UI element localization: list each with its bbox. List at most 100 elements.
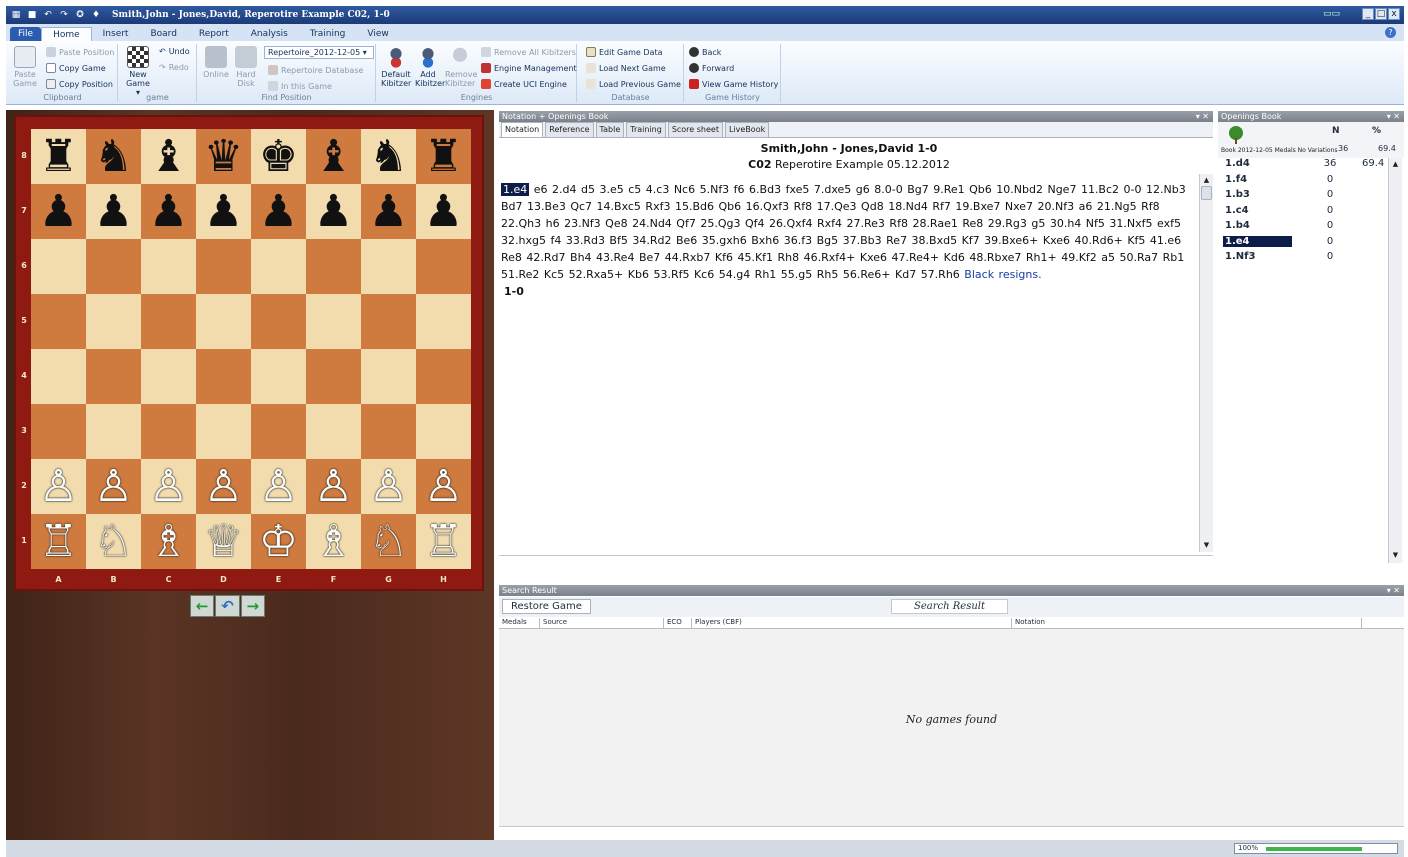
square-c8[interactable]: ♝ bbox=[141, 129, 196, 184]
square-h6[interactable] bbox=[416, 239, 471, 294]
white-piece[interactable]: ♕ bbox=[204, 519, 243, 564]
white-piece[interactable]: ♗ bbox=[149, 519, 188, 564]
tab-livebook[interactable]: LiveBook bbox=[724, 122, 770, 137]
square-g4[interactable] bbox=[361, 349, 416, 404]
square-f2[interactable]: ♙ bbox=[306, 459, 361, 514]
previous-move-button[interactable]: ← bbox=[190, 595, 215, 617]
white-piece[interactable]: ♙ bbox=[94, 464, 133, 509]
add-kibitzer-button[interactable]: Add Kibitzer bbox=[415, 46, 445, 88]
book-row[interactable]: 1.Nf3 0 bbox=[1218, 251, 1388, 267]
white-piece[interactable]: ♘ bbox=[94, 519, 133, 564]
zoom-slider[interactable]: 100% bbox=[1234, 843, 1398, 854]
square-f4[interactable] bbox=[306, 349, 361, 404]
tab-analysis[interactable]: Analysis bbox=[240, 27, 299, 41]
square-b2[interactable]: ♙ bbox=[86, 459, 141, 514]
column-medals[interactable]: Medals bbox=[499, 618, 527, 628]
paste-game-button[interactable]: Paste Game bbox=[12, 46, 38, 88]
tab-training[interactable]: Training bbox=[299, 27, 357, 41]
square-e6[interactable] bbox=[251, 239, 306, 294]
take-back-button[interactable]: ↶ bbox=[215, 595, 240, 617]
undo-button[interactable]: ↶ Undo bbox=[159, 47, 190, 56]
tab-training[interactable]: Training bbox=[626, 122, 666, 137]
black-piece[interactable]: ♜ bbox=[424, 134, 463, 179]
current-move[interactable]: 1.e4 bbox=[501, 183, 530, 196]
square-f1[interactable]: ♗ bbox=[306, 514, 361, 569]
black-piece[interactable]: ♟ bbox=[369, 189, 408, 234]
load-previous-game-button[interactable]: Load Previous Game bbox=[586, 79, 681, 89]
square-h5[interactable] bbox=[416, 294, 471, 349]
square-g3[interactable] bbox=[361, 404, 416, 459]
column-notation[interactable]: Notation bbox=[1011, 618, 1045, 628]
square-g7[interactable]: ♟ bbox=[361, 184, 416, 239]
hard-disk-button[interactable]: Hard Disk bbox=[234, 46, 258, 88]
square-c6[interactable] bbox=[141, 239, 196, 294]
square-h8[interactable]: ♜ bbox=[416, 129, 471, 184]
copy-game-button[interactable]: Copy Game bbox=[46, 63, 106, 73]
square-g5[interactable] bbox=[361, 294, 416, 349]
square-c2[interactable]: ♙ bbox=[141, 459, 196, 514]
next-move-button[interactable]: → bbox=[240, 595, 265, 617]
black-piece[interactable]: ♟ bbox=[94, 189, 133, 234]
tab-board[interactable]: Board bbox=[139, 27, 187, 41]
engine-management-button[interactable]: Engine Management bbox=[481, 63, 577, 73]
square-h3[interactable] bbox=[416, 404, 471, 459]
load-next-game-button[interactable]: Load Next Game bbox=[586, 63, 666, 73]
white-piece[interactable]: ♖ bbox=[39, 519, 78, 564]
view-game-history-button[interactable]: View Game History bbox=[689, 79, 778, 89]
black-piece[interactable]: ♟ bbox=[149, 189, 188, 234]
square-f7[interactable]: ♟ bbox=[306, 184, 361, 239]
book-scrollbar[interactable]: ▲ ▼ bbox=[1388, 158, 1402, 563]
white-piece[interactable]: ♙ bbox=[424, 464, 463, 509]
white-piece[interactable]: ♔ bbox=[259, 519, 298, 564]
square-a6[interactable] bbox=[31, 239, 86, 294]
white-piece[interactable]: ♙ bbox=[369, 464, 408, 509]
black-piece[interactable]: ♝ bbox=[314, 134, 353, 179]
close-button[interactable]: x bbox=[1388, 8, 1400, 20]
square-a1[interactable]: ♖ bbox=[31, 514, 86, 569]
layout-icon[interactable]: ▭▭ bbox=[1323, 9, 1340, 19]
square-d2[interactable]: ♙ bbox=[196, 459, 251, 514]
forward-button[interactable]: Forward bbox=[689, 63, 734, 73]
remove-kibitzer-button[interactable]: Remove Kibitzer bbox=[445, 46, 477, 88]
book-row[interactable]: 1.f4 0 bbox=[1218, 174, 1388, 190]
redo-button[interactable]: ↷ Redo bbox=[159, 63, 189, 72]
back-button[interactable]: Back bbox=[689, 47, 721, 57]
engine-icon[interactable]: ✪ bbox=[74, 9, 86, 21]
square-b8[interactable]: ♞ bbox=[86, 129, 141, 184]
move-list[interactable]: 1.e4 e6 2.d4 d5 3.e5 c5 4.c3 Nc6 5.Nf3 f… bbox=[501, 181, 1193, 300]
square-d5[interactable] bbox=[196, 294, 251, 349]
square-c1[interactable]: ♗ bbox=[141, 514, 196, 569]
square-a5[interactable] bbox=[31, 294, 86, 349]
minimize-button[interactable]: _ bbox=[1362, 8, 1374, 20]
black-piece[interactable]: ♟ bbox=[39, 189, 78, 234]
black-piece[interactable]: ♛ bbox=[204, 134, 243, 179]
square-g8[interactable]: ♞ bbox=[361, 129, 416, 184]
notation-view[interactable]: Smith,John - Jones,David 1-0 C02 Reperot… bbox=[499, 138, 1199, 552]
square-d8[interactable]: ♛ bbox=[196, 129, 251, 184]
square-b4[interactable] bbox=[86, 349, 141, 404]
square-e7[interactable]: ♟ bbox=[251, 184, 306, 239]
book-row[interactable]: 1.b3 0 bbox=[1218, 189, 1388, 205]
square-f3[interactable] bbox=[306, 404, 361, 459]
tab-view[interactable]: View bbox=[356, 27, 399, 41]
book-scroll-down-icon[interactable]: ▼ bbox=[1390, 550, 1401, 561]
square-f6[interactable] bbox=[306, 239, 361, 294]
file-tab[interactable]: File bbox=[10, 27, 42, 41]
white-piece[interactable]: ♖ bbox=[424, 519, 463, 564]
square-c4[interactable] bbox=[141, 349, 196, 404]
black-piece[interactable]: ♟ bbox=[314, 189, 353, 234]
square-b7[interactable]: ♟ bbox=[86, 184, 141, 239]
book-close-icon[interactable]: ▾ ✕ bbox=[1387, 111, 1400, 122]
repertoire-database-button[interactable]: Repertoire Database bbox=[268, 65, 363, 75]
move-text[interactable]: e6 2.d4 d5 3.e5 c5 4.c3 Nc6 5.Nf3 f6 6.B… bbox=[501, 183, 1186, 281]
square-a4[interactable] bbox=[31, 349, 86, 404]
black-piece[interactable]: ♝ bbox=[149, 134, 188, 179]
white-piece[interactable]: ♘ bbox=[369, 519, 408, 564]
square-a8[interactable]: ♜ bbox=[31, 129, 86, 184]
black-piece[interactable]: ♞ bbox=[94, 134, 133, 179]
square-g1[interactable]: ♘ bbox=[361, 514, 416, 569]
copy-position-button[interactable]: Copy Position bbox=[46, 79, 113, 89]
square-h1[interactable]: ♖ bbox=[416, 514, 471, 569]
book-row[interactable]: 1.c4 0 bbox=[1218, 205, 1388, 221]
square-d7[interactable]: ♟ bbox=[196, 184, 251, 239]
